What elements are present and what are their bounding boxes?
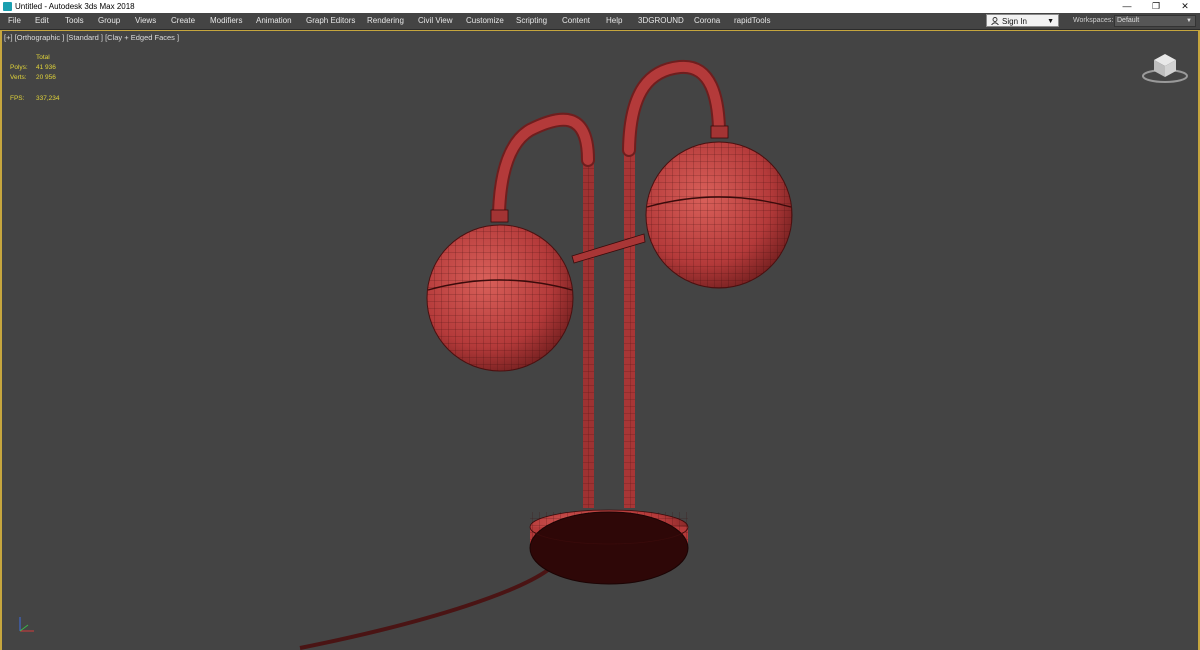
perspective-viewport[interactable]: [+] [Orthographic ] [Standard ] [Clay + …	[0, 30, 1200, 650]
title-bar: Untitled - Autodesk 3ds Max 2018 — ❐ ✕	[0, 0, 1200, 13]
app-window: Untitled - Autodesk 3ds Max 2018 — ❐ ✕ F…	[0, 0, 1200, 650]
sign-in-label: Sign In	[1002, 17, 1027, 26]
menu-corona[interactable]: Corona	[694, 13, 720, 29]
right-globe	[645, 141, 793, 289]
menu-civil-view[interactable]: Civil View	[418, 13, 453, 29]
menu-customize[interactable]: Customize	[466, 13, 504, 29]
left-globe	[426, 224, 574, 372]
menu-modifiers[interactable]: Modifiers	[210, 13, 242, 29]
power-cord	[299, 568, 550, 650]
lamp-base	[529, 509, 689, 585]
viewcube-icon[interactable]	[1140, 49, 1190, 85]
lamp-stems	[583, 130, 635, 508]
window-title: Untitled - Autodesk 3ds Max 2018	[15, 2, 135, 11]
menu-views[interactable]: Views	[135, 13, 156, 29]
close-button[interactable]: ✕	[1172, 0, 1198, 13]
axis-gizmo-icon	[19, 617, 34, 632]
menu-rapidtools[interactable]: rapidTools	[734, 13, 770, 29]
3ds-max-icon	[3, 2, 12, 11]
sign-in-dropdown[interactable]: Sign In ▼	[986, 14, 1059, 27]
menu-rendering[interactable]: Rendering	[367, 13, 404, 29]
menu-help[interactable]: Help	[606, 13, 622, 29]
menu-group[interactable]: Group	[98, 13, 120, 29]
chevron-down-icon: ▼	[1047, 18, 1054, 25]
workspaces-value: Default	[1117, 17, 1140, 24]
menu-3dground[interactable]: 3DGROUND	[638, 13, 684, 29]
menu-animation[interactable]: Animation	[256, 13, 292, 29]
menu-bar: File Edit Tools Group Views Create Modif…	[0, 13, 1200, 30]
menu-edit[interactable]: Edit	[35, 13, 49, 29]
left-arm	[492, 112, 595, 219]
workspaces-select[interactable]: Default ▼	[1114, 15, 1196, 27]
menu-scripting[interactable]: Scripting	[516, 13, 547, 29]
lamp-model[interactable]	[2, 31, 1198, 650]
menu-file[interactable]: File	[8, 13, 21, 29]
minimize-button[interactable]: —	[1114, 0, 1140, 13]
user-icon	[991, 17, 999, 25]
maximize-button[interactable]: ❐	[1143, 0, 1169, 13]
menu-graph-editors[interactable]: Graph Editors	[306, 13, 355, 29]
workspaces-label: Workspaces:	[1073, 17, 1114, 24]
menu-tools[interactable]: Tools	[65, 13, 84, 29]
chevron-down-icon: ▼	[1186, 18, 1192, 24]
menu-content[interactable]: Content	[562, 13, 590, 29]
menu-create[interactable]: Create	[171, 13, 195, 29]
